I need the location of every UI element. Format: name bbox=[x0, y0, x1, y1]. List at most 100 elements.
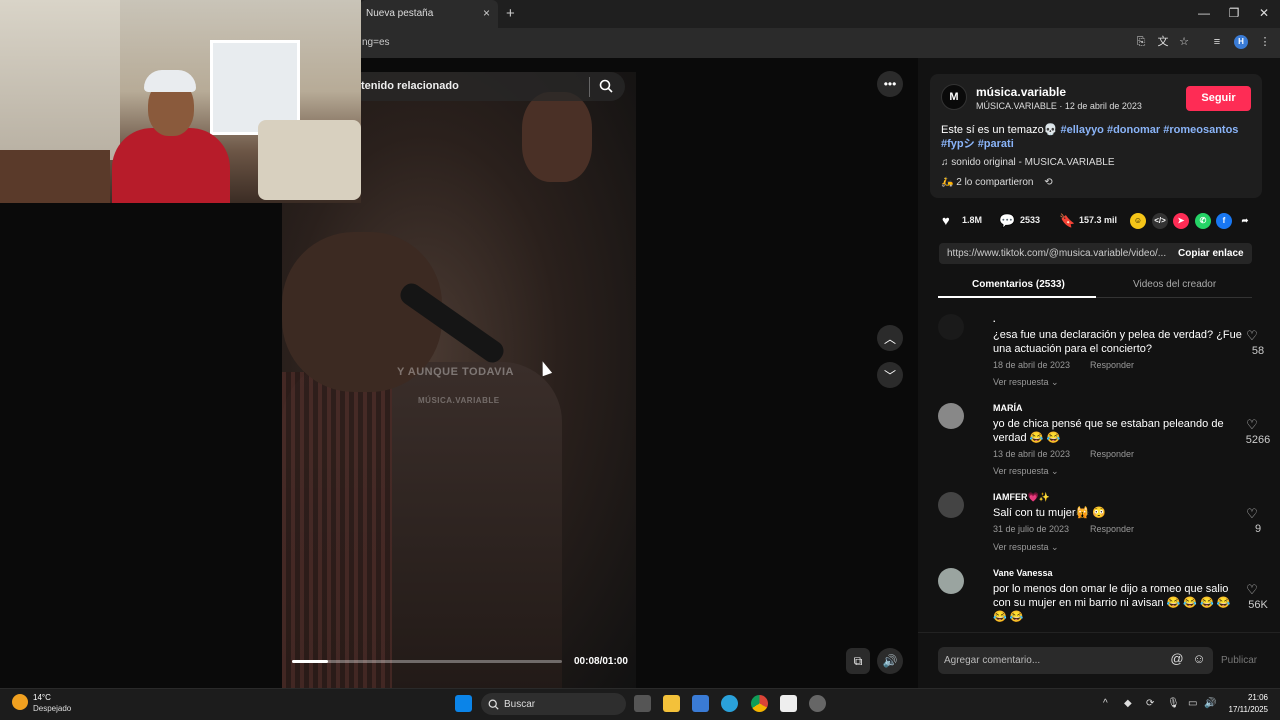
comment-author[interactable]: . bbox=[993, 314, 996, 324]
mention-icon[interactable]: @ bbox=[1170, 652, 1184, 666]
reply-button[interactable]: Responder bbox=[1090, 360, 1134, 370]
progress-fill bbox=[292, 660, 328, 663]
send-icon[interactable]: ➤ bbox=[1173, 213, 1189, 229]
comment-like-icon[interactable]: ♡ bbox=[1240, 506, 1264, 522]
webcam-sofa bbox=[258, 120, 361, 200]
tray-app-icon[interactable]: ◆ bbox=[1124, 698, 1132, 709]
view-replies-button[interactable]: Ver respuesta ⌄ bbox=[993, 466, 1059, 477]
video-caption: Y AUNQUE TODAVIA bbox=[397, 366, 514, 378]
hashtag[interactable]: #donomar bbox=[1107, 124, 1160, 136]
more-options-icon[interactable]: ••• bbox=[877, 71, 903, 97]
next-video-icon[interactable]: ﹀ bbox=[877, 362, 903, 388]
weather-temp[interactable]: 14°C bbox=[33, 693, 51, 702]
music-link[interactable]: ♫ sonido original - MUSICA.VARIABLE bbox=[941, 157, 1115, 168]
search-icon[interactable] bbox=[599, 79, 613, 93]
hashtag[interactable]: #romeosantos bbox=[1163, 124, 1238, 136]
taskbar-search-icon bbox=[488, 699, 499, 710]
speaker-icon[interactable]: 🔊 bbox=[1204, 698, 1216, 709]
clock-time[interactable]: 21:06 bbox=[1226, 693, 1268, 702]
tab-close-icon[interactable]: × bbox=[483, 6, 490, 20]
repost-icon[interactable]: ⟲ bbox=[1044, 177, 1052, 188]
media-control-icon[interactable]: ≡ bbox=[1210, 35, 1224, 49]
comment-avatar[interactable] bbox=[938, 403, 964, 429]
link-url[interactable]: https://www.tiktok.com/@musica.variable/… bbox=[947, 248, 1166, 259]
video-watermark: MÚSICA.VARIABLE bbox=[418, 396, 500, 405]
video-hand bbox=[522, 92, 592, 182]
bookmark-star-icon[interactable]: ☆ bbox=[1177, 35, 1191, 49]
comment-like-icon[interactable]: ♡ bbox=[1240, 328, 1264, 344]
previous-video-icon[interactable]: ︿ bbox=[877, 325, 903, 351]
comment-text: Salí con tu mujer🙀 😳 bbox=[993, 507, 1106, 519]
view-replies-button[interactable]: Ver respuesta ⌄ bbox=[993, 377, 1059, 388]
tab-comments[interactable]: Comentarios (2533) bbox=[972, 279, 1065, 290]
bookmark-icon[interactable]: 🔖 bbox=[1059, 213, 1075, 229]
comment-like-icon[interactable]: ♡ bbox=[1240, 582, 1264, 598]
emoji-share-icon[interactable]: ☺ bbox=[1130, 213, 1146, 229]
webcam-person-shirt bbox=[112, 128, 230, 203]
hashtag[interactable]: #fypシ bbox=[941, 138, 975, 150]
microphone-icon[interactable]: 🎙 bbox=[1167, 698, 1180, 709]
embed-icon[interactable]: </> bbox=[1152, 213, 1168, 229]
network-icon[interactable]: ▭ bbox=[1188, 698, 1197, 709]
publish-button[interactable]: Publicar bbox=[1221, 655, 1257, 666]
comment-author[interactable]: Vane Vanessa bbox=[993, 568, 1053, 578]
comment-like-count: 58 bbox=[1251, 345, 1265, 357]
tray-chevron-icon[interactable]: ^ bbox=[1103, 698, 1108, 709]
store-icon[interactable] bbox=[692, 695, 709, 712]
telegram-icon[interactable] bbox=[721, 695, 738, 712]
install-icon[interactable]: ⎘ bbox=[1134, 35, 1148, 49]
close-window-icon[interactable]: ✕ bbox=[1257, 6, 1271, 20]
tab-creator-videos[interactable]: Videos del creador bbox=[1133, 279, 1216, 290]
facebook-icon[interactable]: f bbox=[1216, 213, 1232, 229]
share-icon[interactable]: ➦ bbox=[1237, 213, 1253, 229]
comment-author[interactable]: IAMFER💗✨ bbox=[993, 492, 1050, 503]
file-explorer-icon[interactable] bbox=[663, 695, 680, 712]
menu-icon[interactable]: ⋮ bbox=[1258, 35, 1272, 49]
follow-button[interactable]: Seguir bbox=[1186, 86, 1251, 111]
weather-desc[interactable]: Despejado bbox=[33, 704, 71, 713]
comment-avatar[interactable] bbox=[938, 492, 964, 518]
translate-icon[interactable]: 文 bbox=[1156, 35, 1170, 49]
comment-avatar[interactable] bbox=[938, 314, 964, 340]
comment-text: ¿esa fue una declaración y pelea de verd… bbox=[993, 329, 1242, 355]
hashtag[interactable]: #ellayyo bbox=[1060, 124, 1103, 136]
restore-icon[interactable]: ❐ bbox=[1227, 6, 1241, 20]
profile-avatar[interactable]: H bbox=[1234, 35, 1248, 49]
taskbar-search[interactable] bbox=[481, 693, 626, 715]
comment-like-icon[interactable]: ♡ bbox=[1240, 417, 1264, 433]
comment-list[interactable]: . ¿esa fue una declaración y pelea de ve… bbox=[918, 300, 1280, 632]
app-icon[interactable] bbox=[809, 695, 826, 712]
tray-sync-icon[interactable]: ⟳ bbox=[1146, 698, 1154, 709]
hashtag[interactable]: #parati bbox=[978, 138, 1014, 150]
start-icon[interactable] bbox=[455, 695, 472, 712]
reply-button[interactable]: Responder bbox=[1090, 449, 1134, 459]
like-icon[interactable]: ♥ bbox=[942, 213, 950, 228]
volume-icon[interactable]: 🔊 bbox=[877, 648, 903, 674]
author-name[interactable]: música.variable bbox=[976, 85, 1066, 99]
author-avatar[interactable]: M bbox=[941, 84, 967, 110]
reply-button[interactable]: Responder bbox=[1090, 524, 1134, 534]
tab-indicator bbox=[938, 296, 1096, 298]
view-replies-button[interactable]: Ver respuesta ⌄ bbox=[993, 542, 1059, 553]
whatsapp-icon[interactable]: ✆ bbox=[1195, 213, 1211, 229]
progress-bar[interactable] bbox=[292, 660, 562, 663]
chrome-icon[interactable] bbox=[751, 695, 768, 712]
clock-date[interactable]: 17/11/2025 bbox=[1222, 705, 1268, 714]
copy-link-button[interactable]: Copiar enlace bbox=[1178, 248, 1244, 259]
new-tab-icon[interactable]: + bbox=[506, 5, 515, 22]
minimize-icon[interactable]: — bbox=[1197, 6, 1211, 20]
url-text[interactable]: ng=es bbox=[362, 37, 390, 48]
comment-date: 31 de julio de 2023 bbox=[993, 524, 1070, 534]
task-view-icon[interactable] bbox=[634, 695, 651, 712]
comment-icon[interactable]: 💬 bbox=[999, 213, 1015, 229]
weather-icon[interactable] bbox=[12, 694, 28, 710]
notepad-icon[interactable] bbox=[780, 695, 797, 712]
pip-icon[interactable]: ⧉ bbox=[846, 648, 870, 674]
description-text: Este sí es un temazo💀 bbox=[941, 124, 1058, 136]
tab-title: Nueva pestaña bbox=[366, 8, 434, 19]
comment-avatar[interactable] bbox=[938, 568, 964, 594]
emoji-icon[interactable]: ☺ bbox=[1192, 652, 1206, 666]
post-description: Este sí es un temazo💀 #ellayyo #donomar … bbox=[941, 123, 1241, 151]
comment-author[interactable]: MARÍA bbox=[993, 403, 1023, 413]
browser-tab[interactable]: Nueva pestaña × bbox=[360, 0, 498, 28]
